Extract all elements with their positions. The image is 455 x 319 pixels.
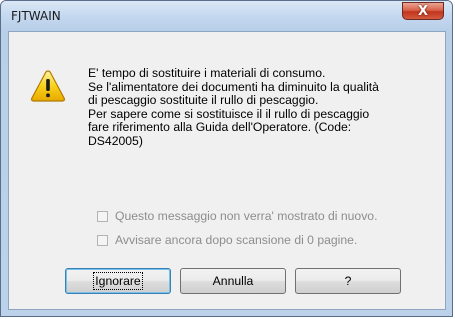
close-icon: X bbox=[417, 3, 429, 19]
title-bar[interactable]: FJTWAIN X bbox=[1, 1, 452, 31]
cancel-button-label: Annulla bbox=[212, 274, 254, 288]
help-button-label: ? bbox=[344, 274, 352, 288]
remind-again-checkbox[interactable]: Avvisare ancora dopo scansione di 0 pagi… bbox=[97, 233, 357, 247]
ignore-button[interactable]: Ignorare bbox=[65, 268, 171, 294]
ignore-button-label: Ignorare bbox=[93, 272, 143, 290]
message-line: E' tempo di sostituire i materiali di co… bbox=[88, 66, 326, 80]
message-line: DS42005) bbox=[88, 133, 143, 148]
message-text: E' tempo di sostituire i materiali di co… bbox=[88, 66, 438, 149]
dialog-window: FJTWAIN X E' tempo di sostituire i mater… bbox=[0, 0, 453, 317]
message-line: di pescaggio sostituite il rullo di pesc… bbox=[88, 93, 319, 108]
message-line: Per sapere come si sostituisce il il rul… bbox=[88, 106, 370, 121]
window-title: FJTWAIN bbox=[11, 9, 61, 23]
dont-show-again-checkbox[interactable]: Questo messaggio non verra' mostrato di … bbox=[97, 209, 377, 223]
cancel-button[interactable]: Annulla bbox=[180, 268, 286, 294]
dont-show-again-label: Questo messaggio non verra' mostrato di … bbox=[115, 209, 378, 223]
close-button[interactable]: X bbox=[402, 2, 444, 20]
remind-again-label: Avvisare ancora dopo scansione di 0 pagi… bbox=[115, 233, 358, 247]
help-button[interactable]: ? bbox=[295, 268, 401, 294]
checkbox-box[interactable] bbox=[97, 234, 108, 246]
message-line: Se l'alimentatore dei documenti ha dimin… bbox=[88, 79, 379, 94]
dialog-body: E' tempo di sostituire i materiali di co… bbox=[8, 31, 446, 310]
checkbox-box[interactable] bbox=[97, 210, 108, 222]
warning-icon bbox=[30, 70, 66, 102]
message-line: fare riferimento alla Guida dell'Operato… bbox=[88, 120, 352, 135]
